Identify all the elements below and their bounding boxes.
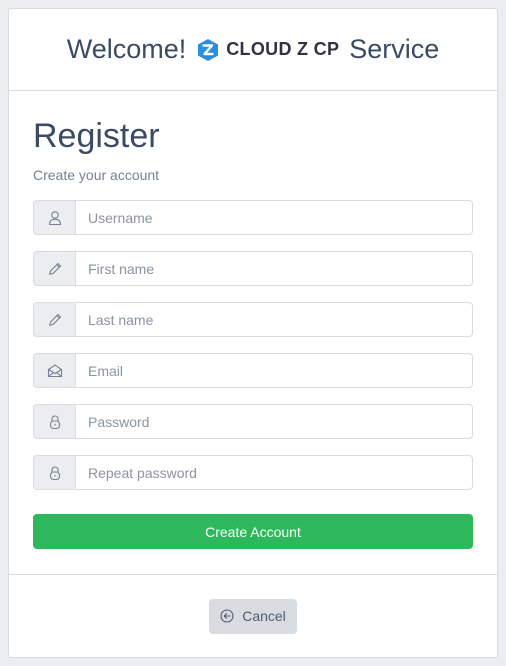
card-body: Register Create your account Username Fi… [9, 91, 497, 575]
first-name-input[interactable] [75, 251, 473, 286]
email-group [33, 353, 473, 388]
welcome-heading: Welcome! CLOUD Z CP Service [67, 34, 440, 65]
page-subtitle: Create your account [33, 167, 160, 183]
pencil-icon [48, 313, 61, 326]
first-name-group [33, 251, 473, 286]
username-group [33, 200, 473, 235]
password-addon [33, 404, 75, 439]
last-name-group [33, 302, 473, 337]
email-input[interactable] [75, 353, 473, 388]
brand-name: CLOUD Z CP [226, 39, 340, 59]
card-header: Welcome! CLOUD Z CP Service [9, 9, 497, 91]
password-input[interactable] [75, 404, 473, 439]
last-name-addon [33, 302, 75, 337]
lock-icon [49, 465, 60, 480]
arrow-circle-left-icon [220, 609, 234, 623]
cancel-label: Cancel [242, 608, 286, 624]
pencil-icon [48, 262, 61, 275]
email-addon [33, 353, 75, 388]
cancel-button[interactable]: Cancel [209, 598, 297, 634]
user-icon [48, 210, 61, 225]
first-name-addon [33, 251, 75, 286]
repeat-password-input[interactable] [75, 455, 473, 490]
card-footer: Cancel [9, 575, 497, 657]
page-title: Register [33, 117, 160, 155]
z-hexagon-logo-icon [198, 38, 219, 61]
create-account-button[interactable]: Create Account [33, 514, 473, 549]
repeat-password-group [33, 455, 473, 490]
last-name-input[interactable] [75, 302, 473, 337]
username-addon [33, 200, 75, 235]
brand-logo: CLOUD Z CP [196, 38, 339, 62]
envelope-icon [47, 363, 62, 377]
service-text: Service [349, 34, 440, 64]
welcome-text: Welcome! [66, 34, 187, 64]
password-group [33, 404, 473, 439]
username-input[interactable] [75, 200, 473, 235]
lock-icon [49, 414, 60, 429]
repeat-password-addon [33, 455, 75, 490]
register-card: Welcome! CLOUD Z CP Service Register Cre… [8, 8, 498, 658]
